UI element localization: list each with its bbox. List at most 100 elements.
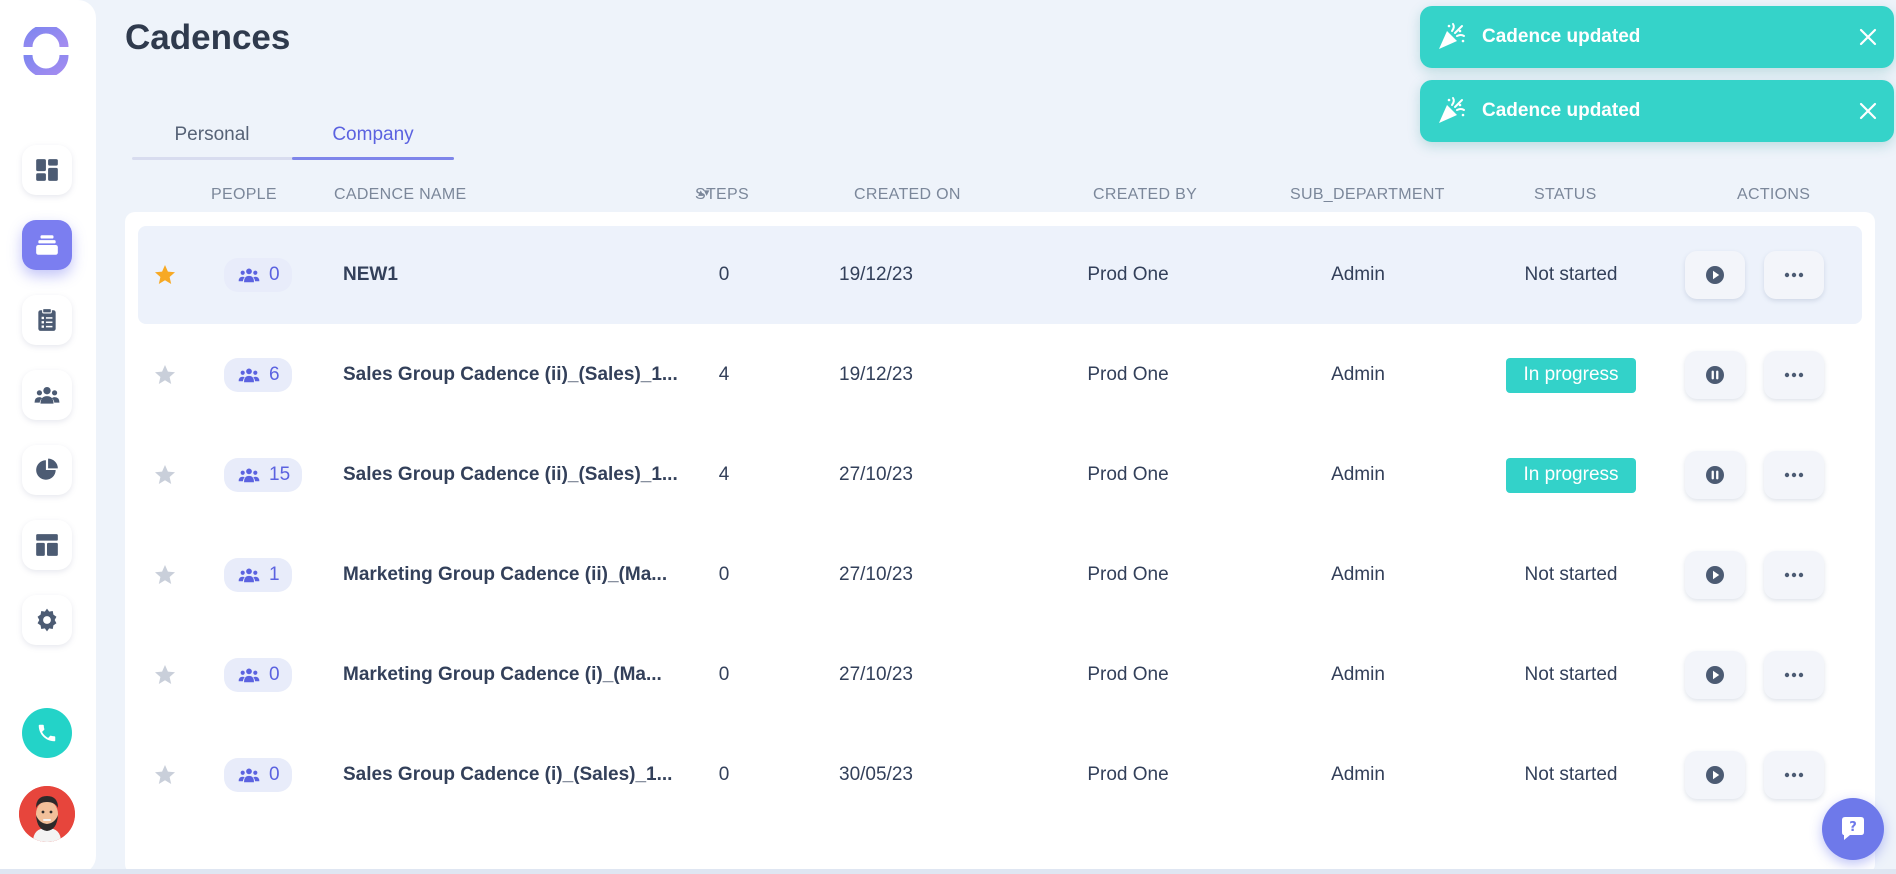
close-icon[interactable] <box>1856 99 1880 123</box>
status-text: Not started <box>1524 764 1618 785</box>
nav-templates[interactable] <box>22 520 72 570</box>
more-options-button[interactable] <box>1764 551 1824 599</box>
people-pill[interactable]: 1 <box>224 558 292 592</box>
favorite-star[interactable] <box>152 526 178 624</box>
close-icon[interactable] <box>1856 25 1880 49</box>
steps-value: 4 <box>718 364 730 385</box>
people-count[interactable]: 15 <box>224 426 303 524</box>
nav-cadences[interactable] <box>22 220 72 270</box>
people-count[interactable]: 6 <box>224 326 292 424</box>
nav-dashboard[interactable] <box>22 145 72 195</box>
people-pill[interactable]: 6 <box>224 358 292 392</box>
people-pill[interactable]: 15 <box>224 458 303 492</box>
tab-company[interactable]: Company <box>292 112 454 158</box>
table-row[interactable]: 1 Marketing Group Cadence (ii)_(Ma... 0 27/… <box>138 526 1862 624</box>
toast-message: Cadence updated <box>1482 26 1641 47</box>
tab-personal[interactable]: Personal <box>132 112 292 158</box>
bottom-scroll-strip <box>0 869 1896 874</box>
reports-icon <box>36 458 58 480</box>
created-on-value: 30/05/23 <box>839 764 913 785</box>
table-row[interactable]: 15 Sales Group Cadence (ii)_(Sales)_1... 4… <box>138 426 1862 524</box>
page-title: Cadences <box>125 18 291 57</box>
cadence-name[interactable]: Marketing Group Cadence (i)_(Ma... <box>343 626 662 724</box>
sub-department-value: Admin <box>1331 264 1385 285</box>
phone-button[interactable] <box>22 708 72 758</box>
created-by-value: Prod One <box>1087 664 1169 685</box>
more-options-button[interactable] <box>1764 651 1824 699</box>
table-header: PEOPLE CADENCE NAME STEPS ▴▾ CREATED ON C… <box>125 186 1875 206</box>
play-button[interactable] <box>1685 651 1745 699</box>
help-chat-button[interactable]: ? <box>1822 798 1884 860</box>
created-by-value: Prod One <box>1087 764 1169 785</box>
more-horizontal-icon <box>1784 372 1804 378</box>
nav-reports[interactable] <box>22 445 72 495</box>
more-options-button[interactable] <box>1764 751 1824 799</box>
favorite-star[interactable] <box>152 726 178 824</box>
status-text: Not started <box>1524 264 1618 285</box>
cadence-name[interactable]: Sales Group Cadence (i)_(Sales)_1... <box>343 726 672 824</box>
people-count-value: 6 <box>269 364 280 385</box>
table-row[interactable]: 6 Sales Group Cadence (ii)_(Sales)_1... 4 1… <box>138 326 1862 424</box>
pause-button[interactable] <box>1685 351 1745 399</box>
favorite-star[interactable] <box>152 226 178 324</box>
more-options-button[interactable] <box>1764 351 1824 399</box>
created-by-value: Prod One <box>1087 464 1169 485</box>
more-options-button[interactable] <box>1764 451 1824 499</box>
people-count-value: 0 <box>269 664 280 685</box>
col-sub-department: SUB_DEPARTMENT <box>1290 186 1445 203</box>
cadence-name[interactable]: Sales Group Cadence (ii)_(Sales)_1... <box>343 326 678 424</box>
people-pill[interactable]: 0 <box>224 258 292 292</box>
toast-notification: Cadence updated <box>1420 80 1894 142</box>
action-cell <box>1684 226 1746 324</box>
cadence-name[interactable]: NEW1 <box>343 226 398 324</box>
tab-bar: Personal Company <box>132 112 454 160</box>
nav-tasks[interactable] <box>22 295 72 345</box>
favorite-star[interactable] <box>152 626 178 724</box>
more-horizontal-icon <box>1784 472 1804 478</box>
people-icon <box>238 368 260 383</box>
people-count[interactable]: 1 <box>224 526 292 624</box>
table-row[interactable]: 0 Sales Group Cadence (i)_(Sales)_1... 0 30… <box>138 726 1862 824</box>
templates-icon <box>36 534 58 556</box>
people-icon <box>238 668 260 683</box>
people-count[interactable]: 0 <box>224 226 292 324</box>
col-actions: ACTIONS <box>1737 186 1811 203</box>
toast-message: Cadence updated <box>1482 100 1641 121</box>
app-logo-icon[interactable] <box>22 27 70 75</box>
play-button[interactable] <box>1685 751 1745 799</box>
cadence-name[interactable]: Sales Group Cadence (ii)_(Sales)_1... <box>343 426 678 524</box>
action-cell <box>1684 426 1746 524</box>
cadence-table: 0 NEW1 0 19/12/23 Prod One Admin Not started 6 S… <box>125 212 1875 874</box>
people-pill[interactable]: 0 <box>224 658 292 692</box>
favorite-star[interactable] <box>152 426 178 524</box>
sub-department-value: Admin <box>1331 464 1385 485</box>
more-cell <box>1762 726 1826 824</box>
play-button[interactable] <box>1685 551 1745 599</box>
people-count-value: 15 <box>269 464 291 485</box>
created-on-value: 27/10/23 <box>839 464 913 485</box>
people-count-value: 0 <box>269 264 280 285</box>
more-cell <box>1762 426 1826 524</box>
play-button[interactable] <box>1685 251 1745 299</box>
favorite-star[interactable] <box>152 326 178 424</box>
table-row[interactable]: 0 Marketing Group Cadence (i)_(Ma... 0 27/1… <box>138 626 1862 724</box>
nav-settings[interactable] <box>22 595 72 645</box>
people-pill[interactable]: 0 <box>224 758 292 792</box>
star-icon <box>155 265 175 284</box>
pause-icon <box>1706 366 1724 384</box>
user-avatar[interactable] <box>19 786 75 842</box>
col-created-by: CREATED BY <box>1093 186 1198 203</box>
dashboard-icon <box>36 159 58 181</box>
steps-value: 0 <box>718 664 730 685</box>
cadence-name[interactable]: Marketing Group Cadence (ii)_(Ma... <box>343 526 667 624</box>
status-text: Not started <box>1524 664 1618 685</box>
nav-people[interactable] <box>22 370 72 420</box>
people-count[interactable]: 0 <box>224 626 292 724</box>
pause-button[interactable] <box>1685 451 1745 499</box>
play-icon <box>1706 266 1724 284</box>
more-horizontal-icon <box>1784 672 1804 678</box>
more-options-button[interactable] <box>1764 251 1824 299</box>
people-count[interactable]: 0 <box>224 726 292 824</box>
created-by-value: Prod One <box>1087 364 1169 385</box>
table-row[interactable]: 0 NEW1 0 19/12/23 Prod One Admin Not started <box>138 226 1862 324</box>
